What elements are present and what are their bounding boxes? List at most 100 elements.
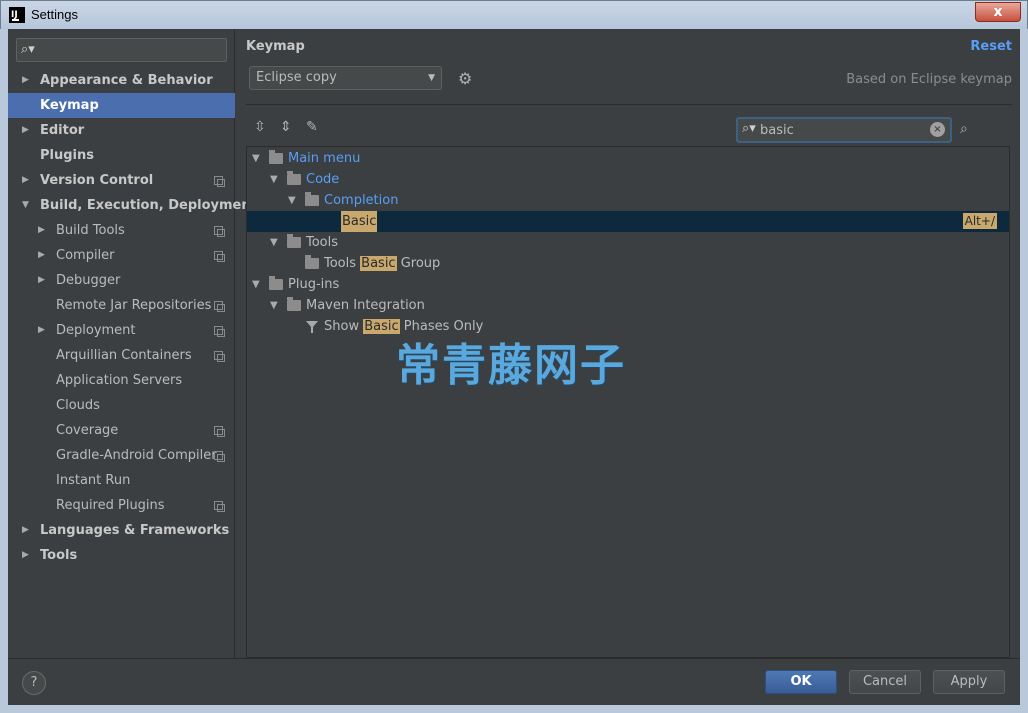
apply-button[interactable]: Apply (933, 670, 1005, 694)
sidebar-item-debugger[interactable]: ▶ Debugger (8, 268, 235, 293)
sidebar-item-label: Remote Jar Repositories (56, 298, 212, 313)
tree-row-main-menu[interactable]: ▼ Main menu (247, 148, 1009, 169)
tree-row-completion[interactable]: ▼ Completion (247, 190, 1009, 211)
clear-icon[interactable]: × (930, 122, 945, 137)
shortcut-badge: Alt+/ (962, 213, 997, 229)
sidebar-item-clouds[interactable]: Clouds (8, 393, 235, 418)
folder-icon (305, 192, 319, 206)
sidebar-item-label: Version Control (40, 173, 154, 188)
chevron-right-icon[interactable]: ▶ (38, 318, 45, 343)
sidebar-item-arquillian-containers[interactable]: Arquillian Containers (8, 343, 235, 368)
sidebar-item-coverage[interactable]: Coverage (8, 418, 235, 443)
chevron-right-icon[interactable]: ▶ (38, 218, 45, 243)
sidebar-item-appearance-behavior[interactable]: ▶ Appearance & Behavior (8, 68, 235, 93)
project-settings-icon (214, 326, 225, 337)
project-settings-icon (214, 301, 225, 312)
folder-icon (305, 255, 319, 269)
sidebar-item-instant-run[interactable]: Instant Run (8, 468, 235, 493)
sidebar-item-plugins[interactable]: Plugins (8, 143, 235, 168)
ok-button[interactable]: OK (765, 670, 837, 694)
tree-row-tools-basic-group[interactable]: Tools Basic Group (247, 253, 1009, 274)
edit-icon[interactable]: ✎ (306, 119, 318, 135)
tree-row-show-basic-phases[interactable]: Show Basic Phases Only (247, 316, 1009, 337)
chevron-down-icon[interactable]: ▼ (252, 148, 260, 169)
sidebar-item-application-servers[interactable]: Application Servers (8, 368, 235, 393)
search-icon[interactable]: ⌕▾ (742, 121, 756, 136)
cancel-button[interactable]: Cancel (849, 670, 921, 694)
tree-row-label: Code (306, 172, 340, 187)
sidebar-item-remote-jar-repositories[interactable]: Remote Jar Repositories (8, 293, 235, 318)
sidebar-item-required-plugins[interactable]: Required Plugins (8, 493, 235, 518)
expand-all-icon[interactable]: ⇳ (254, 119, 266, 135)
filter-icon (306, 321, 318, 333)
find-by-shortcut-icon[interactable]: ⌕ (960, 121, 968, 137)
project-settings-icon (214, 501, 225, 512)
chevron-right-icon[interactable]: ▶ (38, 268, 45, 293)
sidebar-item-label: Clouds (56, 398, 100, 413)
sidebar-item-label: Editor (40, 123, 85, 138)
chevron-right-icon[interactable]: ▶ (22, 543, 29, 568)
sidebar-item-label: Deployment (56, 323, 136, 338)
keymap-filter-input[interactable] (760, 121, 920, 139)
tree-row-plugins[interactable]: ▼ Plug-ins (247, 274, 1009, 295)
sidebar-item-compiler[interactable]: ▶ Compiler (8, 243, 235, 268)
sidebar-item-editor[interactable]: ▶ Editor (8, 118, 235, 143)
chevron-right-icon[interactable]: ▶ (22, 168, 29, 193)
collapse-all-icon[interactable]: ⇕ (280, 119, 292, 135)
tree-row-basic[interactable]: Basic Alt+/ (247, 211, 1009, 232)
sidebar-item-label: Application Servers (56, 373, 183, 388)
sidebar-item-label: Tools (40, 548, 78, 563)
keymap-select[interactable]: Eclipse copy ▼ (249, 66, 442, 90)
sidebar-item-build-tools[interactable]: ▶ Build Tools (8, 218, 235, 243)
sidebar-item-label: Coverage (56, 423, 119, 438)
sidebar-item-label: Instant Run (56, 473, 131, 488)
window-titlebar: IJ Settings x (0, 0, 1028, 29)
folder-icon (287, 171, 301, 185)
window-close-button[interactable]: x (975, 2, 1021, 22)
chevron-right-icon[interactable]: ▶ (22, 68, 29, 93)
chevron-right-icon[interactable]: ▶ (22, 518, 29, 543)
chevron-right-icon[interactable]: ▶ (38, 243, 45, 268)
chevron-down-icon[interactable]: ▼ (252, 274, 260, 295)
sidebar-item-label: Build, Execution, Deployment (40, 198, 257, 213)
sidebar-item-label: Appearance & Behavior (40, 73, 213, 88)
folder-icon (287, 234, 301, 248)
sidebar-item-label: Plugins (40, 148, 94, 163)
search-match: Basic (360, 256, 397, 271)
tree-row-tools[interactable]: ▼ Tools (247, 232, 1009, 253)
sidebar-item-gradle-android-compiler[interactable]: Gradle-Android Compiler (8, 443, 235, 468)
based-on-label: Based on Eclipse keymap (846, 72, 1012, 87)
chevron-down-icon[interactable]: ▼ (270, 295, 278, 316)
sidebar-item-label: Gradle-Android Compiler (56, 448, 217, 463)
tree-row-label: Completion (324, 193, 399, 208)
chevron-down-icon[interactable]: ▼ (22, 193, 29, 218)
chevron-down-icon[interactable]: ▼ (288, 190, 296, 211)
divider (8, 658, 1020, 659)
gear-icon[interactable]: ⚙ (458, 69, 472, 88)
sidebar-item-label: Arquillian Containers (56, 348, 192, 363)
sidebar-search-input[interactable]: ⌕▾ (16, 38, 227, 62)
sidebar-item-deployment[interactable]: ▶ Deployment (8, 318, 235, 343)
sidebar-item-label: Debugger (56, 273, 121, 288)
tree-row-label: Basic (341, 211, 378, 232)
tree-row-maven-integration[interactable]: ▼ Maven Integration (247, 295, 1009, 316)
sidebar-item-languages-frameworks[interactable]: ▶ Languages & Frameworks (8, 518, 235, 543)
settings-dialog: ⌕▾ ▶ Appearance & Behavior Keymap ▶ Edit… (0, 29, 1028, 713)
sidebar-item-tools[interactable]: ▶ Tools (8, 543, 235, 568)
settings-sidebar: ⌕▾ ▶ Appearance & Behavior Keymap ▶ Edit… (8, 29, 257, 658)
sidebar-item-build-execution-deployment[interactable]: ▼ Build, Execution, Deployment (8, 193, 257, 218)
folder-icon (287, 297, 301, 311)
tree-row-code[interactable]: ▼ Code (247, 169, 1009, 190)
actions-tree: ▼ Main menu ▼ Code ▼ Completion Basic Al… (246, 146, 1010, 658)
sidebar-item-keymap[interactable]: Keymap (8, 93, 235, 118)
reset-link[interactable]: Reset (970, 39, 1012, 54)
help-button[interactable]: ? (22, 671, 46, 695)
tree-row-label: Main menu (288, 151, 361, 166)
chevron-down-icon[interactable]: ▼ (270, 232, 278, 253)
project-settings-icon (214, 251, 225, 262)
chevron-right-icon[interactable]: ▶ (22, 118, 29, 143)
sidebar-item-version-control[interactable]: ▶ Version Control (8, 168, 235, 193)
tree-row-label: Maven Integration (306, 298, 425, 313)
chevron-down-icon[interactable]: ▼ (270, 169, 278, 190)
tree-row-label: Tools (306, 235, 339, 250)
